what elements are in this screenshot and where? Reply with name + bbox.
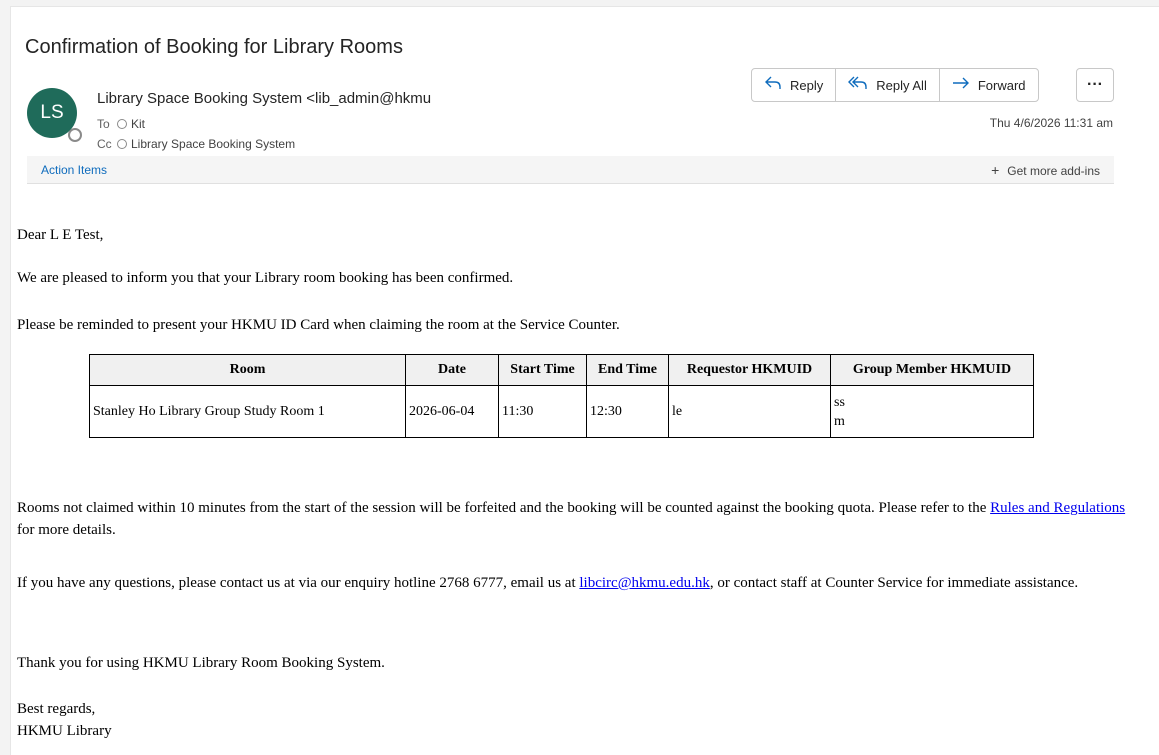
forward-arrow-icon xyxy=(952,75,970,95)
presence-ring-icon xyxy=(117,119,127,129)
reply-all-button[interactable]: Reply All xyxy=(836,69,940,101)
to-label: To xyxy=(97,117,110,131)
table-header-row: Room Date Start Time End Time Requestor … xyxy=(89,354,1034,386)
col-date: Date xyxy=(405,354,499,386)
greeting: Dear L E Test, xyxy=(17,227,104,243)
col-room: Room xyxy=(89,354,406,386)
plus-icon: + xyxy=(991,161,1000,178)
get-addins-label: Get more add-ins xyxy=(1007,163,1100,178)
presence-ring-icon xyxy=(117,139,127,149)
group-member-item: ss xyxy=(834,394,845,410)
email-link[interactable]: libcirc@hkmu.edu.hk xyxy=(579,575,709,591)
rules-link[interactable]: Rules and Regulations xyxy=(990,500,1125,516)
reply-actions-group: Reply Reply All Forward xyxy=(751,68,1039,102)
forward-button[interactable]: Forward xyxy=(940,69,1038,101)
group-member-item: m xyxy=(834,413,845,429)
reply-all-icon xyxy=(848,75,868,95)
forfeit-paragraph: Rooms not claimed within 10 minutes from… xyxy=(17,497,1132,541)
reply-button[interactable]: Reply xyxy=(752,69,837,101)
to-row: To Kit xyxy=(97,117,145,131)
forfeit-text: Rooms not claimed within 10 minutes from… xyxy=(17,500,991,516)
cell-date: 2026-06-04 xyxy=(405,385,499,438)
more-horizontal-icon: ··· xyxy=(1087,76,1103,93)
get-addins-button[interactable]: + Get more add-ins xyxy=(991,162,1100,178)
signoff-line: Best regards, xyxy=(17,701,96,717)
cell-end-time: 12:30 xyxy=(586,385,669,438)
cc-row: Cc Library Space Booking System xyxy=(97,137,295,151)
contact-text-end: , or contact staff at Counter Service fo… xyxy=(709,575,1079,591)
cc-label: Cc xyxy=(97,137,112,151)
reply-arrow-icon xyxy=(764,75,782,95)
reply-all-label: Reply All xyxy=(876,77,927,93)
contact-text: If you have any questions, please contac… xyxy=(17,575,580,591)
cc-recipient[interactable]: Library Space Booking System xyxy=(131,137,295,151)
to-recipient[interactable]: Kit xyxy=(131,117,145,131)
col-group-members: Group Member HKMUID xyxy=(830,354,1034,386)
cell-room: Stanley Ho Library Group Study Room 1 xyxy=(89,385,406,438)
email-timestamp: Thu 4/6/2026 11:31 am xyxy=(989,116,1113,130)
contact-paragraph: If you have any questions, please contac… xyxy=(17,572,1132,594)
more-actions-button[interactable]: ··· xyxy=(1076,68,1114,102)
reply-label: Reply xyxy=(790,77,824,93)
col-end-time: End Time xyxy=(586,354,669,386)
reminder-paragraph: Please be reminded to present your HKMU … xyxy=(17,317,620,333)
forfeit-text-end: for more details. xyxy=(17,522,116,538)
col-start-time: Start Time xyxy=(498,354,587,386)
avatar-initials: LS xyxy=(40,102,64,123)
email-subject: Confirmation of Booking for Library Room… xyxy=(25,36,403,58)
sender-name[interactable]: Library Space Booking System <lib_admin@… xyxy=(97,90,489,107)
cell-group-members: ss m xyxy=(830,385,1034,438)
action-items-link[interactable]: Action Items xyxy=(41,163,107,177)
forward-label: Forward xyxy=(977,77,1026,93)
cell-start-time: 11:30 xyxy=(498,385,587,438)
addin-bar: Action Items + Get more add-ins xyxy=(27,156,1114,184)
signature: HKMU Library xyxy=(17,723,112,739)
presence-status-icon xyxy=(68,128,82,142)
confirmation-paragraph: We are pleased to inform you that your L… xyxy=(17,270,514,286)
col-requestor: Requestor HKMUID xyxy=(668,354,831,386)
thanks-paragraph: Thank you for using HKMU Library Room Bo… xyxy=(17,655,385,671)
table-row: Stanley Ho Library Group Study Room 1 20… xyxy=(89,385,1034,438)
booking-table: Room Date Start Time End Time Requestor … xyxy=(89,354,1034,438)
cell-requestor: le xyxy=(668,385,831,438)
